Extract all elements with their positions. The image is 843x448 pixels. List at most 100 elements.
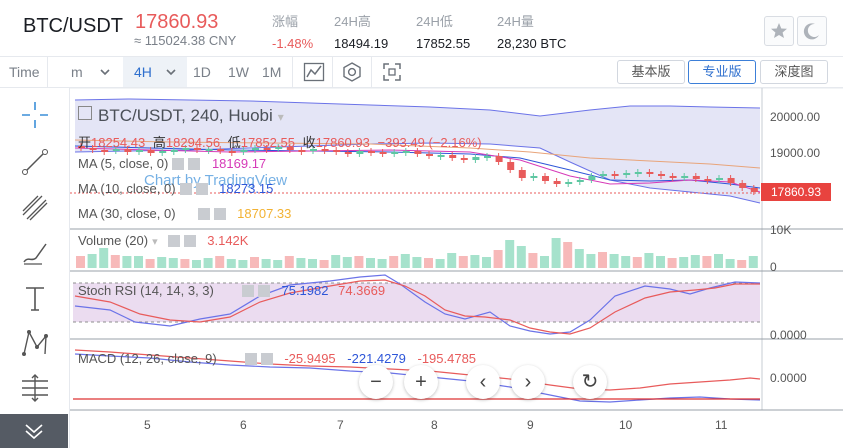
- settings-icon: [197, 208, 210, 220]
- volume-bar: [714, 254, 723, 268]
- moon-icon: [803, 23, 819, 40]
- price-tick: 20000.00: [770, 110, 821, 124]
- last-price-label: 17860.93: [761, 183, 831, 201]
- brush-tool-icon[interactable]: [18, 236, 52, 270]
- interval-1m-button[interactable]: 1M: [262, 64, 281, 80]
- candle-body: [391, 152, 399, 154]
- volume-bar: [598, 252, 607, 268]
- close-icon: [183, 235, 196, 247]
- volume-bar: [192, 260, 201, 268]
- reset-chart-button[interactable]: ↻: [573, 365, 607, 399]
- symbol-title[interactable]: BTC/USDT: [23, 15, 123, 38]
- cny-price: ≈ 115024.38 CNY: [134, 33, 237, 48]
- expand-tools-button[interactable]: [0, 414, 68, 448]
- x-tick: 9: [527, 418, 534, 432]
- chevron-down-icon[interactable]: ▾: [278, 110, 284, 124]
- volume-bar: [284, 256, 294, 268]
- crosshair-tool-icon[interactable]: [18, 98, 52, 132]
- volume-bar: [563, 242, 573, 268]
- fullscreen-icon[interactable]: [381, 61, 403, 83]
- candle-body: [472, 157, 480, 160]
- plus-icon: +: [415, 371, 427, 393]
- candle-body: [484, 156, 491, 158]
- scroll-right-button[interactable]: ›: [511, 365, 545, 399]
- settings-gear-icon[interactable]: [341, 61, 363, 83]
- volume-bar: [447, 253, 457, 268]
- pattern-tool-icon[interactable]: [18, 326, 52, 360]
- measure-tool-icon[interactable]: [18, 371, 52, 405]
- time-button[interactable]: Time: [9, 64, 40, 80]
- candle-body: [402, 151, 410, 153]
- volume-tick: 10K: [770, 223, 792, 237]
- volume-bar: [516, 246, 526, 268]
- star-icon: [771, 23, 787, 38]
- volume-bar: [250, 257, 259, 268]
- ma5-legend[interactable]: MA (5, close, 0) 18169.17: [78, 156, 266, 171]
- chart-title[interactable]: BTC/USDT, 240, Huobi ▾: [78, 106, 284, 126]
- volume-bar: [377, 259, 387, 268]
- candle-body: [414, 151, 422, 154]
- candle-body: [658, 174, 665, 176]
- pro-view-button[interactable]: 专业版: [688, 60, 756, 84]
- volume-bar: [458, 256, 468, 268]
- settings-icon: [179, 183, 192, 195]
- change-stat: 涨幅 -1.48%: [272, 11, 313, 51]
- x-tick: 8: [431, 418, 438, 432]
- depth-chart-button[interactable]: 深度图: [760, 60, 828, 84]
- ohlc-legend: 开18254.43 高18294.56 低17852.55 收17860.93 …: [78, 135, 482, 150]
- candle-body: [530, 176, 538, 178]
- candle-body: [518, 170, 526, 178]
- trend-line-tool-icon[interactable]: [18, 145, 52, 179]
- reset-icon: ↻: [581, 371, 599, 393]
- pitchfork-tool-icon[interactable]: [18, 191, 52, 225]
- high-label: 24H高: [334, 14, 371, 29]
- stoch-legend[interactable]: Stoch RSI (14, 14, 3, 3) 75.1982 74.3669: [78, 283, 385, 298]
- volume-bar: [551, 238, 561, 268]
- collapse-icon[interactable]: [78, 106, 92, 120]
- candle-body: [507, 162, 515, 170]
- volume-bar: [134, 256, 143, 268]
- interval-1d-button[interactable]: 1D: [193, 64, 211, 80]
- candle-body: [611, 174, 619, 176]
- minute-interval-select[interactable]: m: [71, 64, 83, 80]
- chart-type-icon[interactable]: [303, 62, 325, 82]
- x-tick: 11: [715, 418, 728, 432]
- interval-1w-button[interactable]: 1W: [228, 64, 249, 80]
- text-tool-icon[interactable]: [18, 281, 52, 315]
- night-mode-button[interactable]: [797, 16, 827, 46]
- x-tick: 10: [619, 418, 633, 432]
- volume-bar: [366, 258, 375, 268]
- macd-legend[interactable]: MACD (12, 26, close, 9) -25.9495 -221.42…: [78, 351, 476, 366]
- candle-body: [634, 172, 642, 174]
- favorite-star-button[interactable]: [764, 16, 794, 46]
- candle-body: [344, 152, 352, 154]
- basic-view-button[interactable]: 基本版: [617, 60, 685, 84]
- volume-bar: [737, 260, 747, 268]
- last-price: 17860.93: [135, 11, 219, 33]
- volume-label: 24H量: [497, 14, 534, 29]
- chevron-down-icon[interactable]: [165, 67, 177, 77]
- high-value: 18494.19: [334, 36, 389, 51]
- candle-body: [727, 178, 735, 183]
- volume-bar: [505, 240, 515, 268]
- volume-bar: [261, 259, 271, 268]
- zoom-in-button[interactable]: +: [404, 365, 438, 399]
- candle-body: [588, 176, 596, 180]
- candle-body: [750, 188, 758, 192]
- volume-bar: [157, 257, 167, 268]
- volume-bar: [87, 254, 97, 268]
- candle-body: [600, 174, 607, 176]
- interval-4h-button[interactable]: 4H: [134, 64, 152, 80]
- candle-body: [495, 156, 503, 162]
- ma30-legend[interactable]: MA (30, close, 0) 18707.33: [78, 206, 291, 221]
- candle-body: [228, 151, 236, 153]
- volume-legend[interactable]: Volume (20) ▾ 3.142K: [78, 233, 248, 248]
- chevron-left-icon: ‹: [479, 371, 487, 393]
- chart-area[interactable]: BTC/USDT, 240, Huobi ▾ 开18254.43 高18294.5…: [70, 88, 843, 448]
- low-label: 24H低: [416, 14, 453, 29]
- scroll-left-button[interactable]: ‹: [466, 365, 500, 399]
- volume-bar: [435, 259, 445, 268]
- zoom-out-button[interactable]: −: [359, 365, 393, 399]
- chevron-down-icon[interactable]: [99, 67, 111, 77]
- ma10-legend[interactable]: MA (10, close, 0) 18273.15: [78, 181, 273, 196]
